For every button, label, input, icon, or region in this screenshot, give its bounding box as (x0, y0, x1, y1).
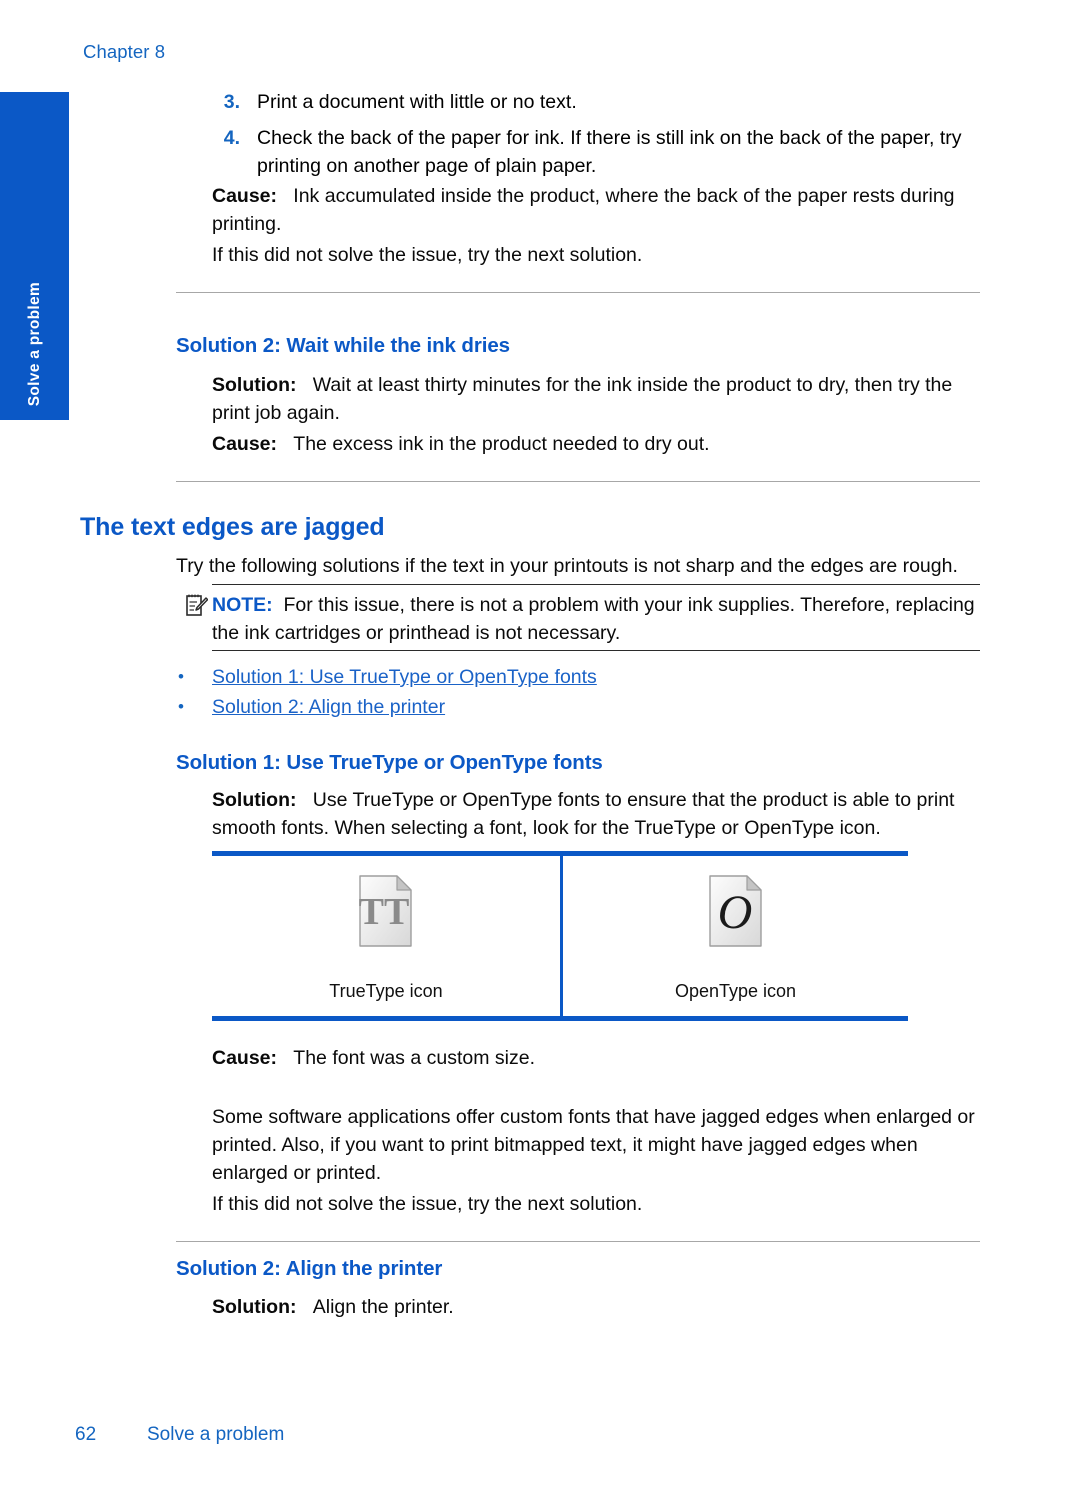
solution-label: Solution: (212, 374, 297, 396)
heading-solution-2-ink-dries: Solution 2: Wait while the ink dries (176, 334, 510, 357)
svg-text:O: O (717, 886, 752, 939)
footer-page-number: 62 (75, 1424, 97, 1445)
step-number: 4. (223, 127, 240, 149)
cause-text: The font was a custom size. (293, 1047, 535, 1069)
svg-text:TT: TT (359, 891, 410, 933)
cause-text: Ink accumulated inside the product, wher… (212, 185, 955, 235)
step-text: Print a document with little or no text. (257, 91, 577, 113)
section-divider (176, 481, 980, 482)
truetype-font-file-icon: TT (357, 874, 415, 948)
opentype-font-file-icon: O (707, 874, 765, 948)
cause-block: Cause: The excess ink in the product nee… (212, 430, 980, 458)
table-cell-opentype: O OpenType icon (560, 856, 908, 1016)
footer-section-label: Solve a problem (147, 1424, 285, 1445)
document-page: Chapter 8 Solve a problem 3. Print a doc… (0, 0, 1080, 1495)
link-solution-2-align[interactable]: Solution 2: Align the printer (212, 693, 978, 721)
font-icon-table: TT TrueType icon O OpenType icon (212, 851, 908, 1021)
solution-block: Solution: Align the printer. (212, 1293, 980, 1321)
retry-line: If this did not solve the issue, try the… (212, 1193, 643, 1215)
note-top-rule (212, 584, 980, 585)
cause-block: Cause: The font was a custom size. (212, 1044, 980, 1072)
note-text: For this issue, there is not a problem w… (212, 594, 975, 644)
bullet-link-row[interactable]: • Solution 1: Use TrueType or OpenType f… (178, 663, 978, 691)
cause-text: The excess ink in the product needed to … (293, 433, 710, 455)
note-pencil-icon (186, 593, 209, 617)
solution-block: Solution: Wait at least thirty minutes f… (212, 371, 980, 427)
section-divider (176, 1241, 980, 1242)
numbered-step: 4. Check the back of the paper for ink. … (212, 124, 982, 180)
solution-label: Solution: (212, 1296, 297, 1318)
table-caption-opentype: OpenType icon (674, 981, 797, 1001)
note-block: NOTE: For this issue, there is not a pro… (212, 591, 980, 647)
solution-label: Solution: (212, 789, 297, 811)
cause-label: Cause: (212, 185, 278, 207)
solution-block: Solution: Use TrueType or OpenType fonts… (212, 786, 982, 842)
solution-text: Use TrueType or OpenType fonts to ensure… (212, 789, 955, 839)
chapter-label: Chapter 8 (83, 41, 166, 62)
cause-label: Cause: (212, 1047, 278, 1069)
side-tab-label: Solve a problem (25, 281, 43, 406)
link-solution-1-truetype[interactable]: Solution 1: Use TrueType or OpenType fon… (212, 663, 978, 691)
note-label: NOTE: (212, 594, 273, 616)
heading-solution-1-fonts: Solution 1: Use TrueType or OpenType fon… (176, 751, 603, 774)
step-text: Check the back of the paper for ink. If … (257, 127, 962, 177)
cause-label: Cause: (212, 433, 278, 455)
heading-text-edges-are-jagged: The text edges are jagged (80, 513, 385, 541)
solution-text: Wait at least thirty minutes for the ink… (212, 374, 953, 424)
bullet-dot-icon: • (178, 667, 184, 686)
step-number: 3. (223, 91, 240, 113)
table-caption-truetype: TrueType icon (329, 981, 443, 1001)
side-tab-solve-a-problem: Solve a problem (0, 92, 69, 420)
retry-line: If this did not solve the issue, try the… (212, 244, 643, 266)
note-bottom-rule (212, 650, 980, 651)
bullet-dot-icon: • (178, 697, 184, 716)
table-cell-truetype: TT TrueType icon (212, 856, 560, 1016)
section-divider (176, 292, 980, 293)
bullet-link-row[interactable]: • Solution 2: Align the printer (178, 693, 978, 721)
section-intro-text: Try the following solutions if the text … (176, 555, 958, 577)
cause-block: Cause: Ink accumulated inside the produc… (212, 182, 980, 238)
body-paragraph: Some software applications offer custom … (212, 1106, 975, 1184)
numbered-step: 3. Print a document with little or no te… (212, 88, 982, 116)
heading-solution-2-align: Solution 2: Align the printer (176, 1257, 443, 1280)
solution-text: Align the printer. (312, 1296, 454, 1318)
